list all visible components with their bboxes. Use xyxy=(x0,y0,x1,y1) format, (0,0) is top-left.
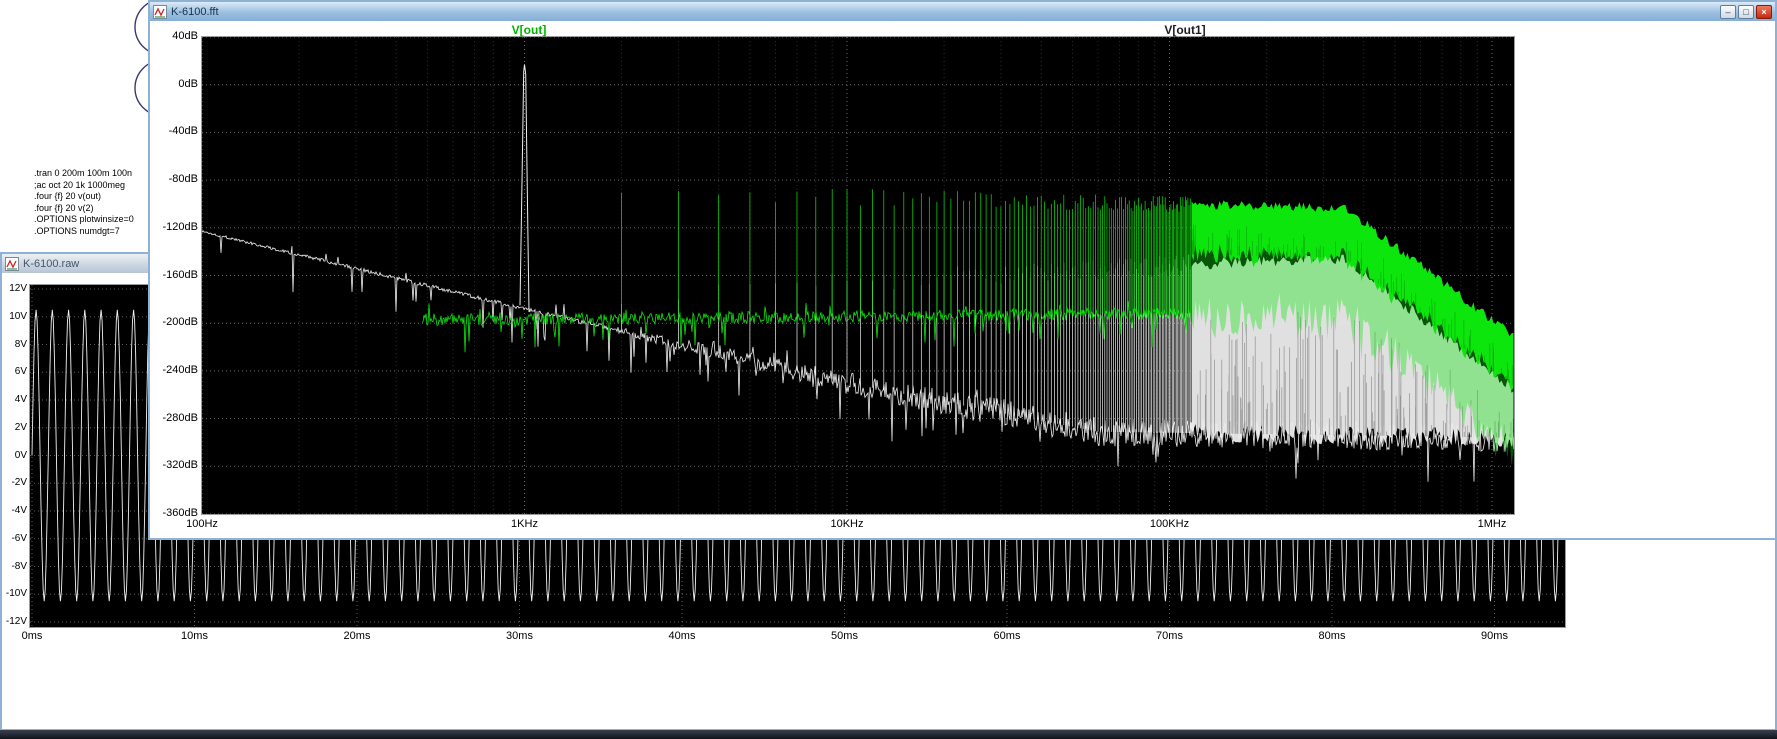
fft-window-titlebar[interactable]: K-6100.fft – □ × xyxy=(150,2,1775,21)
fft-y-axis-label: -200dB xyxy=(162,316,198,329)
fft-y-axis-label: -280dB xyxy=(162,411,198,424)
fft-y-axis-label: -40dB xyxy=(168,125,198,138)
spice-directive-line[interactable]: .four {f} 20 v(2) xyxy=(34,203,134,215)
fft-plot-area[interactable] xyxy=(201,36,1515,515)
fft-x-axis-label: 1MHz xyxy=(1477,518,1507,530)
fft-y-axis-label: 0dB xyxy=(178,77,198,90)
fft-x-axis-label: 10KHz xyxy=(830,518,864,530)
schematic-component-icon xyxy=(134,2,148,113)
raw-y-axis-label: 0V xyxy=(14,449,27,461)
fft-y-axis-label: -320dB xyxy=(162,459,198,472)
raw-x-axis-label: 0ms xyxy=(21,630,43,642)
taskbar[interactable] xyxy=(0,730,1777,739)
schematic-canvas[interactable]: .tran 0 200m 100m 100n ;ac oct 20 1k 1000… xyxy=(0,0,148,252)
spice-directive-line[interactable]: .OPTIONS plotwinsize=0 xyxy=(34,214,134,226)
spice-directive-line[interactable]: .tran 0 200m 100m 100n xyxy=(34,168,134,180)
raw-y-axis-label: 2V xyxy=(14,421,27,433)
raw-x-axis-label: 90ms xyxy=(1481,630,1508,642)
raw-y-axis-label: 10V xyxy=(9,310,27,322)
raw-y-axis-label: -6V xyxy=(11,532,27,544)
fft-x-axis-label: 1KHz xyxy=(511,518,538,530)
fft-window-title: K-6100.fft xyxy=(171,5,219,18)
fft-trace-label: V[out1] xyxy=(1164,23,1206,37)
raw-y-axis-label: 8V xyxy=(14,338,27,350)
fft-window-icon xyxy=(153,4,167,19)
raw-y-axis-label: 6V xyxy=(14,366,27,378)
raw-y-axis-label: -4V xyxy=(11,505,27,516)
raw-y-axis-label: -12V xyxy=(5,616,27,627)
raw-y-axis-label: -8V xyxy=(11,560,27,572)
fft-maximize-button[interactable]: □ xyxy=(1738,4,1754,19)
raw-x-axis-label: 70ms xyxy=(1156,630,1183,642)
spice-directive-line[interactable]: ;ac oct 20 1k 1000meg xyxy=(34,180,134,192)
raw-y-axis-label: -10V xyxy=(5,588,27,600)
raw-x-axis-label: 60ms xyxy=(993,630,1021,642)
fft-y-axis-label: -80dB xyxy=(168,173,198,186)
spice-directives[interactable]: .tran 0 200m 100m 100n ;ac oct 20 1k 1000… xyxy=(34,168,134,237)
fft-trace-label: V[out] xyxy=(511,23,547,37)
fft-y-axis-label: -240dB xyxy=(162,363,198,376)
raw-y-axis-label: 12V xyxy=(9,283,27,294)
raw-x-axis-label: 30ms xyxy=(506,630,533,642)
raw-y-axis-label: -2V xyxy=(11,477,27,489)
fft-close-button[interactable]: × xyxy=(1756,4,1772,19)
fft-y-axis-label: -160dB xyxy=(162,268,198,281)
raw-y-axis-label: 4V xyxy=(14,394,27,405)
fft-spectrum-chart xyxy=(202,37,1514,514)
fft-minimize-button[interactable]: – xyxy=(1720,4,1736,19)
raw-x-axis-label: 50ms xyxy=(831,630,858,642)
fft-x-axis-label: 100Hz xyxy=(186,518,218,530)
fft-y-axis-label: 40dB xyxy=(172,30,198,42)
raw-x-axis-label: 80ms xyxy=(1318,630,1346,642)
fft-x-axis-label: 100KHz xyxy=(1149,518,1190,530)
raw-window-title: K-6100.raw xyxy=(23,257,80,270)
raw-x-axis-label: 20ms xyxy=(343,630,371,642)
spice-directive-line[interactable]: .four {f} 20 v(out) xyxy=(34,191,134,203)
raw-window-icon xyxy=(5,256,19,271)
fft-plot-window[interactable]: K-6100.fft – □ × 40dB 0dB -40dB -80dB -120dB… xyxy=(148,0,1777,540)
fft-y-axis-label: -120dB xyxy=(162,220,198,233)
raw-x-axis-label: 10ms xyxy=(181,630,208,642)
raw-x-axis-label: 40ms xyxy=(668,630,696,642)
spice-directive-line[interactable]: .OPTIONS numdgt=7 xyxy=(34,226,134,238)
